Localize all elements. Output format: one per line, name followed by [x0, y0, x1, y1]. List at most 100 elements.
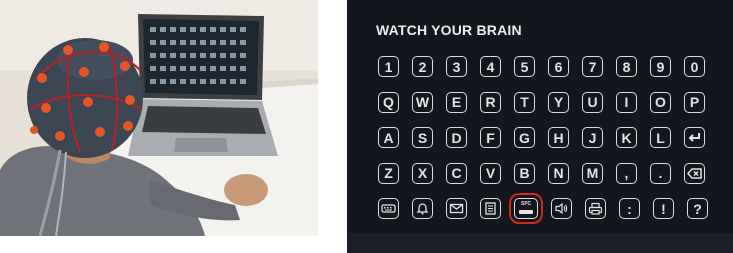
key-label: S — [417, 129, 428, 146]
key-m[interactable]: M — [582, 162, 603, 184]
key-s[interactable]: S — [412, 127, 433, 148]
key-label: G — [519, 129, 530, 146]
key-9[interactable]: 9 — [650, 56, 671, 77]
key-t[interactable]: T — [514, 91, 535, 113]
key-label: X — [417, 165, 428, 181]
key-label: 4 — [486, 58, 495, 75]
key-z[interactable]: Z — [378, 162, 399, 184]
key-row: Z X C V B N M,. — [378, 162, 721, 186]
key-c[interactable]: C — [446, 162, 467, 184]
key-k[interactable]: K — [616, 127, 637, 148]
key-i[interactable]: I — [616, 91, 637, 113]
key-5[interactable]: 5 — [514, 56, 535, 77]
key-label: E — [451, 94, 462, 110]
key-label: O — [655, 94, 666, 110]
key-question[interactable]: ? — [687, 198, 708, 219]
backspace-icon — [687, 167, 702, 180]
key-j[interactable]: J — [582, 127, 603, 148]
key-exclamation[interactable]: ! — [653, 198, 674, 219]
key-0[interactable]: 0 — [684, 56, 705, 77]
key-label: : — [627, 200, 632, 217]
key-e[interactable]: E — [446, 91, 467, 113]
key-1[interactable]: 1 — [378, 56, 399, 77]
key-row: 1 2 3 4 5 6 7 8 9 0 — [378, 56, 721, 79]
space-key-label: SPC — [520, 201, 532, 207]
key-label: J — [588, 129, 597, 146]
key-label: . — [658, 165, 663, 181]
key-label: 0 — [690, 58, 699, 75]
key-a[interactable]: A — [378, 127, 399, 148]
key-period[interactable]: . — [650, 162, 671, 184]
key-label: ? — [693, 200, 702, 217]
key-g[interactable]: G — [514, 127, 535, 148]
enter-icon — [687, 131, 702, 144]
key-2[interactable]: 2 — [412, 56, 433, 77]
key-print[interactable] — [585, 198, 606, 219]
key-enter[interactable] — [684, 127, 705, 148]
key-label: I — [624, 94, 629, 110]
key-4[interactable]: 4 — [480, 56, 501, 77]
key-u[interactable]: U — [582, 91, 603, 113]
speaker-icon — [554, 202, 569, 215]
eeg-scene-illustration — [0, 0, 318, 236]
screen-bottom-strip — [347, 233, 733, 253]
key-label: D — [451, 129, 462, 146]
key-6[interactable]: 6 — [548, 56, 569, 77]
key-label: N — [553, 165, 564, 181]
key-keyboard[interactable] — [378, 198, 399, 219]
key-label: L — [656, 129, 665, 146]
key-b[interactable]: B — [514, 162, 535, 184]
key-mail[interactable] — [446, 198, 467, 219]
speller-screen: WATCH YOUR BRAIN 1 2 3 4 5 6 7 8 9 0 Q W E R T Y U I O P A S D… — [347, 0, 733, 253]
key-label: ! — [661, 200, 666, 217]
key-label: R — [485, 94, 496, 110]
key-label: V — [485, 165, 496, 181]
key-label: C — [451, 165, 462, 181]
key-p[interactable]: P — [684, 91, 705, 113]
key-8[interactable]: 8 — [616, 56, 637, 77]
key-label: 3 — [452, 58, 461, 75]
key-l[interactable]: L — [650, 127, 671, 148]
key-x[interactable]: X — [412, 162, 433, 184]
key-label: 8 — [622, 58, 631, 75]
key-q[interactable]: Q — [378, 91, 399, 113]
key-label: P — [689, 94, 700, 110]
key-label: T — [520, 94, 529, 110]
laptop — [128, 14, 278, 156]
key-v[interactable]: V — [480, 162, 501, 184]
key-label: Q — [383, 94, 394, 110]
key-comma[interactable]: , — [616, 162, 637, 184]
key-3[interactable]: 3 — [446, 56, 467, 77]
key-n[interactable]: N — [548, 162, 569, 184]
key-label: K — [621, 129, 632, 146]
key-speaker[interactable] — [551, 198, 572, 219]
key-label: B — [519, 165, 530, 181]
key-7[interactable]: 7 — [582, 56, 603, 77]
key-w[interactable]: W — [412, 91, 433, 113]
key-o[interactable]: O — [650, 91, 671, 113]
bell-icon — [415, 202, 430, 215]
key-colon[interactable]: : — [619, 198, 640, 219]
key-h[interactable]: H — [548, 127, 569, 148]
key-label: Y — [553, 94, 564, 110]
key-label: 2 — [418, 58, 427, 75]
key-label: 7 — [588, 58, 597, 75]
key-d[interactable]: D — [446, 127, 467, 148]
key-label: 6 — [554, 58, 563, 75]
key-label: 9 — [656, 58, 665, 75]
key-label: M — [586, 165, 599, 181]
key-document[interactable] — [480, 198, 501, 219]
key-r[interactable]: R — [480, 91, 501, 113]
key-bell[interactable] — [412, 198, 433, 219]
key-y[interactable]: Y — [548, 91, 569, 113]
space-icon — [519, 210, 533, 214]
key-label: A — [383, 129, 394, 146]
key-row: ASDFGHJKL — [378, 127, 721, 150]
key-f[interactable]: F — [480, 127, 501, 148]
key-backspace[interactable] — [684, 162, 705, 184]
key-space[interactable]: SPC — [509, 193, 543, 224]
key-label: 1 — [384, 58, 393, 75]
speller-title: WATCH YOUR BRAIN — [376, 22, 522, 38]
key-label: H — [553, 129, 564, 146]
key-row: SPC:!? — [378, 193, 721, 224]
